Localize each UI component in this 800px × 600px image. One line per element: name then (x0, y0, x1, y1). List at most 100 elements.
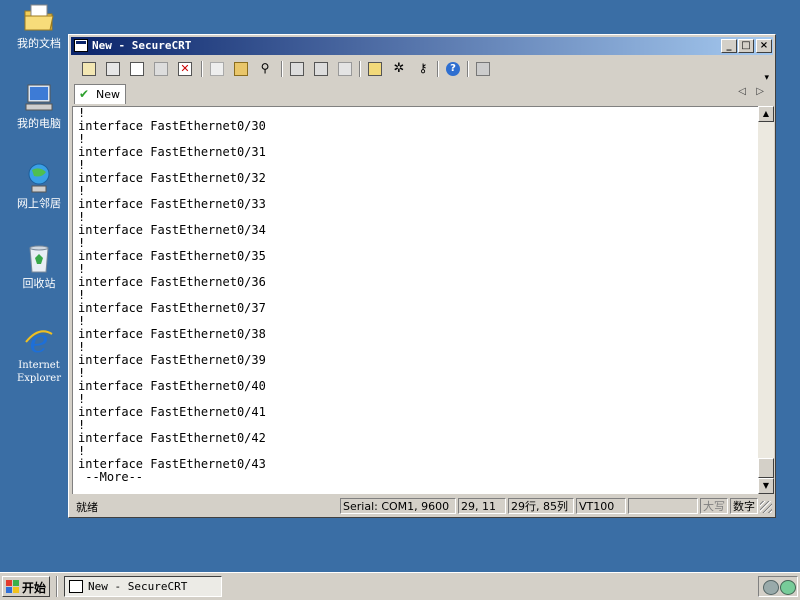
print-selection-icon (314, 62, 328, 76)
disconnect-button[interactable]: ✕ (175, 60, 195, 78)
close-icon: × (759, 40, 769, 51)
start-label: 开始 (22, 581, 47, 595)
toolbar-separator (201, 61, 203, 77)
desktop-icon-my-computer[interactable]: 我的电脑 (4, 82, 74, 130)
keymap-button[interactable]: ⚷ (413, 60, 433, 78)
scroll-up-button[interactable]: ▲ (758, 106, 774, 122)
tab-new[interactable]: ✔ New (74, 84, 126, 104)
global-options-button[interactable]: ✲ (389, 60, 409, 78)
toolbar-separator (437, 61, 439, 77)
desktop-icon-label: 我的电脑 (17, 117, 61, 130)
sftp-button[interactable] (473, 60, 493, 78)
minimize-icon: _ (726, 40, 732, 51)
taskbar-separator (56, 576, 58, 597)
terminal-area[interactable]: ! interface FastEthernet0/30! interface Fa… (72, 106, 758, 494)
desktop-icon-label: 回收站 (22, 277, 56, 290)
desktop-icon-internet-explorer[interactable]: e Internet Explorer (4, 322, 74, 385)
print-button[interactable] (287, 60, 307, 78)
status-ready: 就绪 (76, 501, 98, 514)
terminal-line: interface FastEthernet0/36 (78, 275, 266, 289)
print-icon (290, 62, 304, 76)
sftp-icon (476, 62, 490, 76)
tab-scroll-right-icon[interactable]: ▷ (756, 86, 764, 97)
toolbar-separator (281, 61, 283, 77)
terminal-line: interface FastEthernet0/31 (78, 145, 266, 159)
resize-grip[interactable] (760, 501, 772, 513)
toolbar-separator (359, 61, 361, 77)
scroll-down-arrow-icon: ▼ (762, 481, 770, 490)
scroll-thumb[interactable] (758, 458, 774, 478)
copy-button[interactable] (207, 60, 227, 78)
terminal-line: interface FastEthernet0/42 (78, 431, 266, 445)
toolbar: ✕ ⚲ ✲ ⚷ ? ▾ (79, 57, 769, 83)
terminal-line: interface FastEthernet0/33 (78, 197, 266, 211)
terminal-line: interface FastEthernet0/39 (78, 353, 266, 367)
svg-text:e: e (30, 324, 49, 356)
quick-connect-button[interactable] (103, 60, 123, 78)
reconnect-icon (154, 62, 168, 76)
computer-icon (22, 82, 56, 114)
terminal-line: interface FastEthernet0/34 (78, 223, 266, 237)
reconnect-button[interactable] (151, 60, 171, 78)
find-icon: ⚲ (260, 61, 270, 75)
terminal-line: interface FastEthernet0/30 (78, 119, 266, 133)
recycle-bin-icon (22, 242, 56, 274)
terminal-line: interface FastEthernet0/32 (78, 171, 266, 185)
status-caps-lock: 大写 (700, 498, 728, 514)
taskbar: 开始 New - SecureCRT (0, 572, 800, 600)
internet-explorer-icon: e (22, 322, 56, 360)
securecrt-app-icon[interactable] (74, 39, 88, 52)
session-options-button[interactable] (365, 60, 385, 78)
keymap-icon: ⚷ (418, 61, 428, 75)
disconnect-icon: ✕ (178, 62, 192, 76)
global-options-icon: ✲ (393, 61, 405, 76)
status-num-lock: 数字 (730, 498, 758, 514)
print-screen-button[interactable] (335, 60, 355, 78)
connect-in-tab-button[interactable] (127, 60, 147, 78)
folder-documents-icon (22, 2, 56, 34)
terminal-line: interface FastEthernet0/38 (78, 327, 266, 341)
status-cursor-position: 29, 11 (458, 498, 506, 514)
terminal-line: interface FastEthernet0/35 (78, 249, 266, 263)
desktop-icon-my-documents[interactable]: 我的文档 (4, 2, 74, 50)
maximize-button[interactable]: □ (738, 39, 754, 53)
system-tray (758, 576, 798, 597)
find-button[interactable]: ⚲ (255, 60, 275, 78)
start-button[interactable]: 开始 (2, 576, 50, 597)
terminal-line: interface FastEthernet0/40 (78, 379, 266, 393)
scroll-down-button[interactable]: ▼ (758, 478, 774, 494)
tab-bar: ✔ New ◁ ▷ (72, 83, 772, 105)
status-connection: Serial: COM1, 9600 (340, 498, 456, 514)
taskbar-item-securecrt[interactable]: New - SecureCRT (64, 576, 222, 597)
securecrt-window: New - SecureCRT _ □ × ✕ ⚲ ✲ ⚷ ? ▾ ✔ New … (68, 34, 776, 518)
toolbar-overflow-chevron-icon[interactable]: ▾ (764, 73, 769, 83)
status-empty-field (628, 498, 698, 514)
toolbar-separator (467, 61, 469, 77)
session-options-icon (368, 62, 382, 76)
volume-tray-icon[interactable] (780, 580, 796, 595)
close-button[interactable]: × (756, 39, 772, 53)
terminal-line: interface FastEthernet0/37 (78, 301, 266, 315)
help-button[interactable]: ? (443, 60, 463, 78)
tab-scroll-left-icon[interactable]: ◁ (738, 86, 746, 97)
title-bar[interactable]: New - SecureCRT _ □ × (71, 37, 773, 55)
minimize-button[interactable]: _ (721, 39, 737, 53)
print-selection-button[interactable] (311, 60, 331, 78)
desktop-icon-recycle-bin[interactable]: 回收站 (4, 242, 74, 290)
window-title: New - SecureCRT (92, 39, 192, 52)
scroll-up-arrow-icon: ▲ (762, 109, 770, 118)
network-icon (22, 162, 56, 194)
paste-button[interactable] (231, 60, 251, 78)
maximize-icon: □ (741, 40, 751, 51)
terminal-output: ! interface FastEthernet0/30! interface Fa… (78, 107, 266, 484)
network-tray-icon[interactable] (763, 580, 779, 595)
terminal-line: --More-- (78, 470, 144, 484)
status-emulation: VT100 (576, 498, 626, 514)
help-icon: ? (446, 62, 460, 76)
vertical-scrollbar[interactable]: ▲ ▼ (758, 106, 774, 494)
connect-in-tab-icon (130, 62, 144, 76)
quick-connect-icon (106, 62, 120, 76)
desktop-icon-label: Internet Explorer (16, 360, 62, 384)
desktop-icon-network[interactable]: 网上邻居 (4, 162, 74, 210)
connect-button[interactable] (79, 60, 99, 78)
